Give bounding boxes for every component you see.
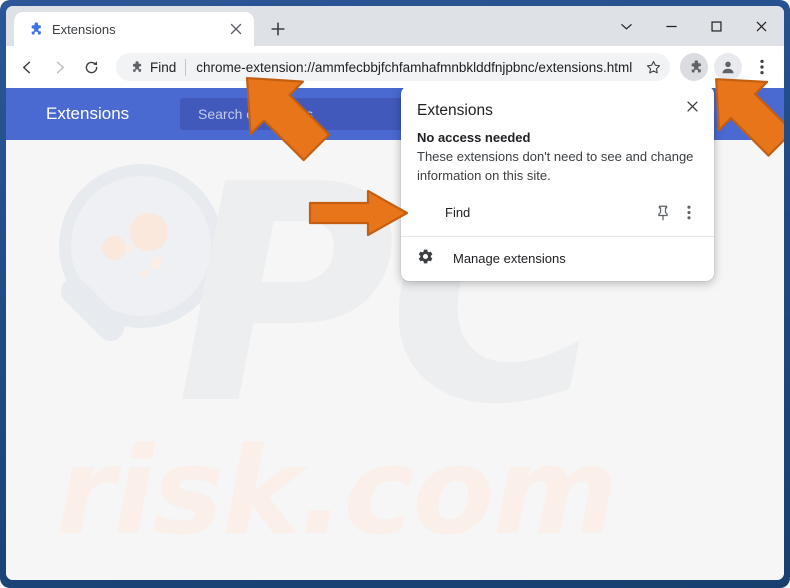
browser-window-frame: Extensions Find chrome-extension://ammfe… (0, 0, 790, 588)
browser-tab-extensions[interactable]: Extensions (14, 12, 254, 46)
section-heading: No access needed (417, 130, 531, 145)
maximize-icon[interactable] (694, 7, 739, 45)
manage-extensions-label: Manage extensions (453, 251, 566, 267)
close-window-icon[interactable] (739, 7, 784, 45)
chevron-down-icon[interactable] (604, 7, 649, 45)
profile-avatar-icon[interactable] (714, 53, 742, 81)
extensions-toolbar-button[interactable] (680, 53, 708, 81)
browser-menu-icon[interactable] (748, 53, 776, 81)
browser-toolbar: Find chrome-extension://ammfecbbjfchfamh… (6, 46, 784, 88)
close-icon[interactable] (226, 19, 246, 39)
minimize-icon[interactable] (649, 7, 694, 45)
no-access-section: No access needed These extensions don't … (401, 130, 714, 196)
omnibox[interactable]: Find chrome-extension://ammfecbbjfchfamh… (116, 53, 670, 81)
omnibox-divider (185, 58, 187, 76)
popup-title: Extensions (417, 102, 493, 119)
extensions-popup: Extensions No access needed These extens… (401, 88, 714, 281)
section-description: These extensions don't need to see and c… (417, 149, 694, 183)
pin-icon[interactable] (650, 200, 676, 226)
puzzle-piece-icon (26, 21, 43, 38)
forward-button[interactable] (44, 52, 74, 82)
manage-extensions-row[interactable]: Manage extensions (401, 237, 714, 281)
popup-close-icon[interactable] (680, 94, 704, 118)
window-controls (604, 6, 784, 46)
extension-name: Find (445, 205, 471, 221)
gear-icon (417, 248, 434, 270)
reload-button[interactable] (76, 52, 106, 82)
magnifier-watermark-icon (36, 156, 236, 391)
watermark-risk-text: risk.com (56, 423, 618, 562)
back-button[interactable] (12, 52, 42, 82)
omnibox-url-text: chrome-extension://ammfecbbjfchfamhafmnb… (196, 59, 633, 75)
bookmark-star-icon[interactable] (640, 54, 666, 80)
page-content: PC risk.com Extensions Search extensions… (6, 88, 784, 580)
more-vertical-icon[interactable] (676, 200, 702, 226)
popup-header: Extensions (401, 88, 714, 130)
page-title: Extensions (46, 104, 130, 123)
tab-title: Extensions (52, 21, 116, 37)
extension-row-find[interactable]: Find (401, 196, 714, 230)
puzzle-piece-icon (128, 60, 143, 75)
search-placeholder-text: Search extensions (198, 106, 314, 122)
browser-window: Extensions Find chrome-extension://ammfe… (6, 6, 784, 580)
new-tab-button[interactable] (264, 15, 292, 43)
omnibox-extension-chip-label: Find (150, 59, 177, 75)
